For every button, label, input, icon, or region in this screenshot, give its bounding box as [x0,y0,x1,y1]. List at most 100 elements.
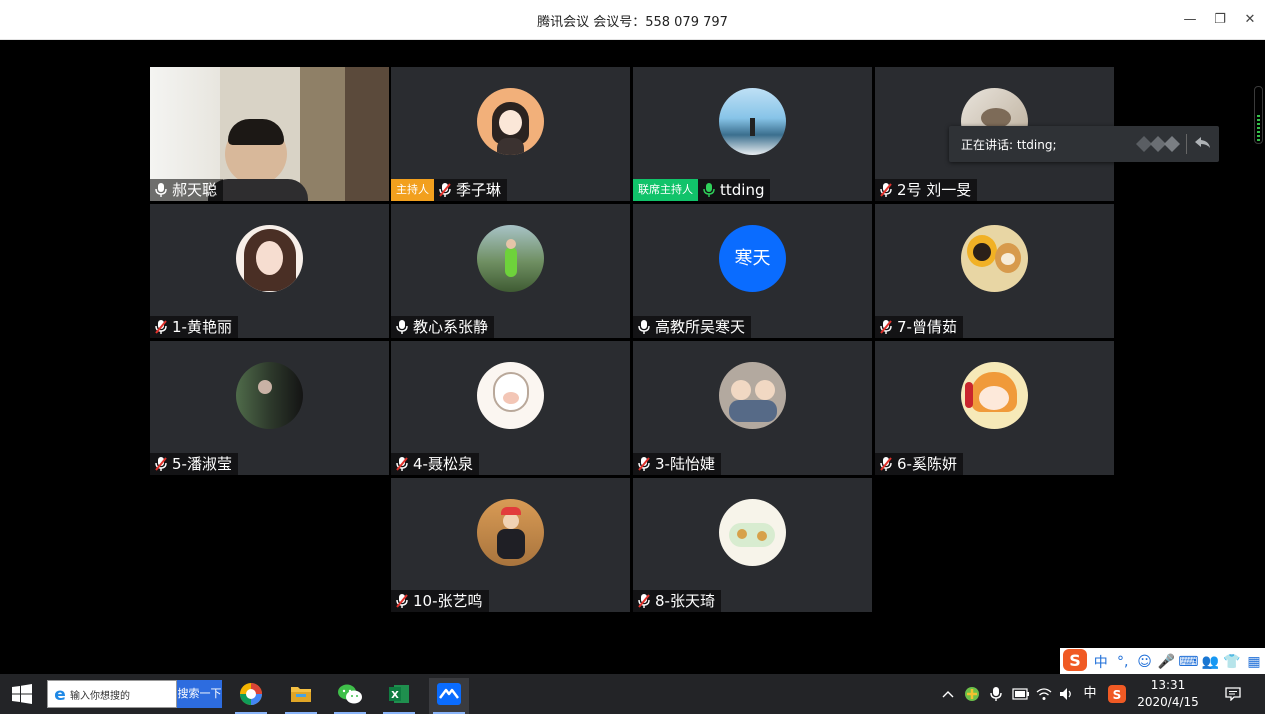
participant-name: ttding [698,179,771,201]
taskbar-app-photos[interactable] [231,678,271,714]
tray-input-language[interactable]: 中 [1080,674,1100,714]
participant-name: 10-张艺鸣 [391,590,489,612]
mic-muted-icon [438,179,454,201]
taskbar-app-file-explorer[interactable] [281,678,321,714]
title-bar: 腾讯会议 会议号：558 079 797 — ❐ ✕ [0,0,1265,40]
participant-tile[interactable]: 3-陆怡婕 [633,341,872,475]
clock-date: 2020/4/15 [1137,695,1199,709]
participant-tile[interactable]: 主持人 季子琳 [391,67,630,201]
sogou-logo-icon[interactable]: S [1060,648,1090,676]
svg-text:e: e [54,685,66,704]
participant-name: 5-潘淑莹 [150,453,238,475]
keyboard-icon[interactable]: ⌨ [1177,654,1199,670]
tray-security-icon[interactable] [962,674,982,714]
emoji-icon[interactable]: ☺ [1134,654,1156,670]
svg-text:X: X [391,690,399,701]
voice-input-icon[interactable]: 🎤 [1156,654,1178,670]
host-badge: 主持人 [391,179,434,201]
participant-tile[interactable]: 8-张天琦 [633,478,872,612]
mic-muted-icon [879,179,895,201]
tray-battery-icon[interactable] [1010,674,1032,714]
cohost-badge: 联席主持人 [633,179,698,201]
participant-name: 1-黄艳丽 [150,316,238,338]
tray-wifi-icon[interactable] [1034,674,1054,714]
ime-mode-indicator[interactable]: 中 [1090,652,1112,672]
toolbox-icon[interactable]: ▦ [1243,654,1265,670]
divider [1186,134,1187,154]
avatar [236,362,303,429]
ie-icon: e [51,684,69,705]
svg-text:S: S [1113,688,1122,702]
avatar [719,362,786,429]
avatar [961,225,1028,292]
mic-icon [637,316,653,338]
avatar [236,225,303,292]
taskbar-app-tencent-meeting[interactable] [429,678,469,714]
participant-tile[interactable]: 5-潘淑莹 [150,341,389,475]
participant-tile[interactable]: 寒天 高教所吴寒天 [633,204,872,338]
participant-name: 8-张天琦 [633,590,721,612]
ime-punctuation-toggle[interactable]: °, [1112,654,1134,670]
mic-muted-icon [395,590,411,612]
clock-time: 13:31 [1150,678,1186,692]
mic-icon [395,316,411,338]
close-button[interactable]: ✕ [1238,8,1262,32]
participant-name: 3-陆怡婕 [633,453,721,475]
tray-expand-icon[interactable] [940,674,956,714]
participant-name: 教心系张静 [391,316,495,338]
avatar [477,499,544,566]
mic-muted-icon [154,453,170,475]
search-button[interactable]: 搜索一下 [177,680,222,708]
participant-tile[interactable]: 联席主持人 ttding [633,67,872,201]
speaking-indicator: 正在讲话: ttding; [949,126,1219,162]
participant-name: 高教所吴寒天 [633,316,752,338]
svg-text:S: S [1069,651,1081,670]
speaking-text: 正在讲话: ttding; [961,138,1057,152]
participant-tile[interactable]: 10-张艺鸣 [391,478,630,612]
participant-tile[interactable]: 4-聂松泉 [391,341,630,475]
taskbar-clock[interactable]: 13:31 2020/4/15 [1136,677,1200,711]
skin-icon[interactable]: 👕 [1221,654,1243,670]
participant-name: 郝天聪 [150,179,224,201]
restore-button[interactable]: ❐ [1208,8,1232,32]
reply-icon[interactable] [1193,133,1213,157]
ime-toolbar: S 中 °, ☺ 🎤 ⌨ 👥 👕 ▦ [1060,648,1265,676]
mic-speaking-icon [702,179,718,201]
participant-tile[interactable]: 7-曾倩茹 [875,204,1114,338]
tray-microphone-icon[interactable] [986,674,1006,714]
participant-tile[interactable]: 6-奚陈妍 [875,341,1114,475]
avatar [477,88,544,155]
user-center-icon[interactable]: 👥 [1199,654,1221,670]
collapse-icon[interactable] [1135,135,1181,157]
participant-tile[interactable]: 1-黄艳丽 [150,204,389,338]
mic-muted-icon [395,453,411,475]
participant-name: 7-曾倩茹 [875,316,963,338]
search-placeholder: 输入你想搜的 [70,691,130,702]
avatar [961,362,1028,429]
taskbar-search-input[interactable]: e 输入你想搜的 [47,680,177,708]
tray-sogou-icon[interactable]: S [1106,674,1128,714]
notification-center-icon[interactable] [1222,674,1244,714]
mic-muted-icon [154,316,170,338]
participant-name: 季子琳 [434,179,508,201]
window-title: 腾讯会议 会议号：558 079 797 [537,15,728,30]
taskbar-app-excel[interactable]: X [379,678,419,714]
avatar [477,225,544,292]
windows-start-icon[interactable] [12,684,32,708]
mic-muted-icon [879,316,895,338]
participant-tile-video[interactable]: 郝天聪 [150,67,389,201]
taskbar: e 输入你想搜的 搜索一下 X 中 S 13:31 2020/4/15 [0,674,1265,714]
participant-name: 2号 刘一旻 [875,179,978,201]
participant-name: 4-聂松泉 [391,453,479,475]
mic-muted-icon [637,453,653,475]
participant-tile[interactable]: 教心系张静 [391,204,630,338]
mic-muted-icon [879,453,895,475]
audio-level-meter [1254,86,1263,144]
tray-volume-icon[interactable] [1057,674,1077,714]
avatar [719,88,786,155]
taskbar-app-wechat[interactable] [330,678,370,714]
minimize-button[interactable]: — [1178,8,1202,32]
avatar [719,499,786,566]
avatar [477,362,544,429]
mic-muted-icon [637,590,653,612]
